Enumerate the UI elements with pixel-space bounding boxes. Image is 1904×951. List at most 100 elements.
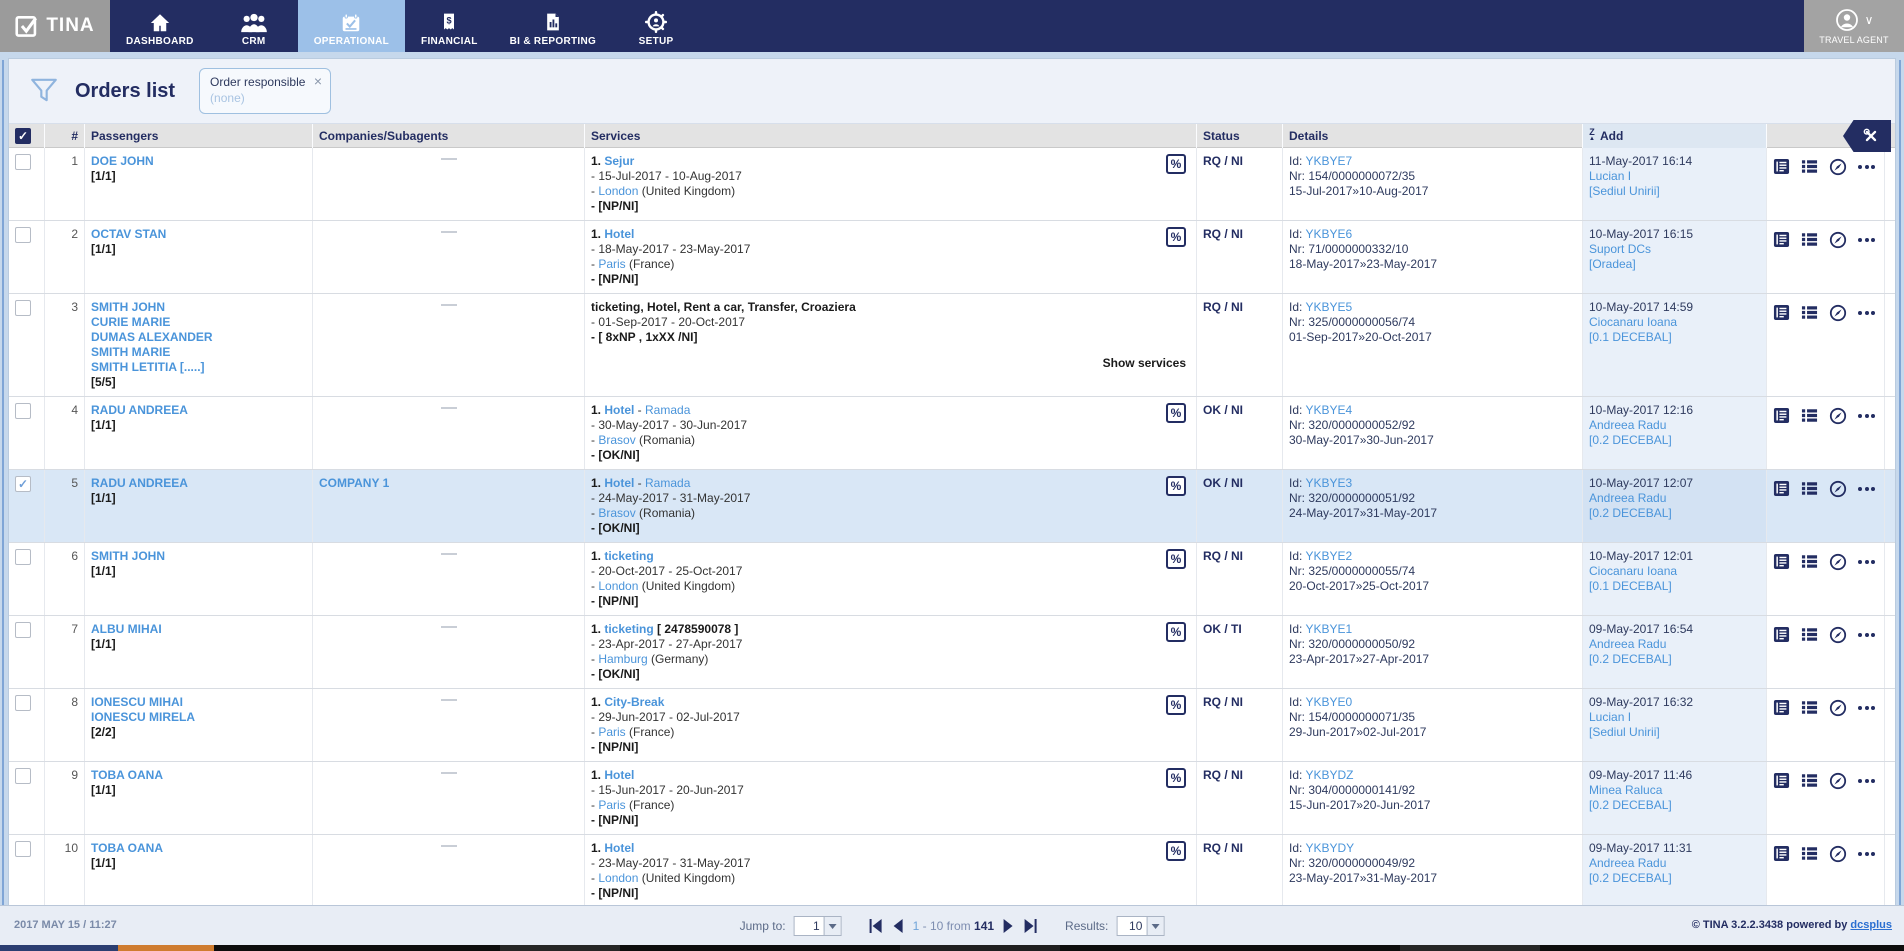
passenger-link[interactable]: SMITH JOHN (91, 300, 306, 315)
row-checkbox[interactable]: ✓ (15, 549, 31, 565)
filter-chip-order-responsible[interactable]: Order responsible (none) × (199, 68, 332, 114)
service-city-link[interactable]: London (598, 184, 638, 198)
select-all-checkbox[interactable]: ✓ (15, 128, 31, 144)
tina-logo[interactable]: TINA (0, 0, 110, 52)
order-navigate-icon[interactable] (1829, 626, 1847, 644)
percent-icon[interactable]: % (1166, 227, 1186, 247)
service-city-link[interactable]: Brasov (598, 433, 635, 447)
service-city-link[interactable]: Paris (598, 798, 625, 812)
close-icon[interactable]: × (314, 73, 322, 89)
header-services[interactable]: Services (585, 124, 1197, 148)
more-actions-icon[interactable] (1858, 304, 1875, 321)
order-navigate-icon[interactable] (1829, 158, 1847, 176)
passenger-link[interactable]: DUMAS ALEXANDER (91, 330, 306, 345)
service-supplier-link[interactable]: Ramada (645, 476, 690, 490)
user-menu[interactable]: ∨ TRAVEL AGENT (1804, 0, 1904, 52)
add-user-link[interactable]: Lucian I (1589, 169, 1760, 184)
percent-icon[interactable]: % (1166, 841, 1186, 861)
add-location-link[interactable]: [0.2 DECEBAL] (1589, 506, 1760, 521)
add-location-link[interactable]: [0.1 DECEBAL] (1589, 579, 1760, 594)
order-services-list-icon[interactable] (1801, 699, 1818, 716)
more-actions-icon[interactable] (1858, 699, 1875, 716)
order-services-list-icon[interactable] (1801, 626, 1818, 643)
prev-page-button[interactable] (892, 919, 905, 933)
order-navigate-icon[interactable] (1829, 845, 1847, 863)
service-name-link[interactable]: ticketing (604, 622, 653, 636)
add-location-link[interactable]: [Sediul Unirii] (1589, 725, 1760, 740)
passenger-link[interactable]: OCTAV STAN (91, 227, 306, 242)
header-companies[interactable]: Companies/Subagents (313, 124, 585, 148)
column-settings-button[interactable] (1843, 120, 1891, 152)
show-services-link[interactable]: Show services (1103, 356, 1186, 370)
order-services-list-icon[interactable] (1801, 480, 1818, 497)
service-name-link[interactable]: City-Break (604, 695, 664, 709)
more-actions-icon[interactable] (1858, 480, 1875, 497)
percent-icon[interactable]: % (1166, 622, 1186, 642)
percent-icon[interactable]: % (1166, 768, 1186, 788)
order-report-icon[interactable] (1773, 626, 1790, 643)
more-actions-icon[interactable] (1858, 158, 1875, 175)
service-city-link[interactable]: Hamburg (598, 652, 647, 666)
order-report-icon[interactable] (1773, 304, 1790, 321)
order-id-link[interactable]: YKBYE7 (1305, 154, 1352, 168)
row-checkbox[interactable]: ✓ (15, 154, 31, 170)
passenger-link[interactable]: ALBU MIHAI (91, 622, 306, 637)
add-user-link[interactable]: Andreea Radu (1589, 418, 1760, 433)
passenger-link[interactable]: RADU ANDREEA (91, 476, 306, 491)
order-id-link[interactable]: YKBYDZ (1305, 768, 1353, 782)
add-user-link[interactable]: Andreea Radu (1589, 491, 1760, 506)
first-page-button[interactable] (868, 919, 884, 933)
header-passengers[interactable]: Passengers (85, 124, 313, 148)
passenger-link[interactable]: SMITH JOHN (91, 549, 306, 564)
more-actions-icon[interactable] (1858, 626, 1875, 643)
order-services-list-icon[interactable] (1801, 231, 1818, 248)
more-actions-icon[interactable] (1858, 407, 1875, 424)
order-services-list-icon[interactable] (1801, 304, 1818, 321)
nav-tab-bi-reporting[interactable]: BI & REPORTING (494, 0, 612, 52)
add-location-link[interactable]: [0.1 DECEBAL] (1589, 330, 1760, 345)
service-supplier-link[interactable]: Ramada (645, 403, 690, 417)
passenger-link[interactable]: TOBA OANA (91, 841, 306, 856)
header-add[interactable]: Z ▲ Add (1583, 124, 1767, 148)
passenger-link[interactable]: SMITH LETITIA [.....] (91, 360, 306, 375)
service-name-link[interactable]: Hotel (604, 403, 634, 417)
row-checkbox[interactable]: ✓ (15, 227, 31, 243)
order-id-link[interactable]: YKBYE0 (1305, 695, 1352, 709)
order-id-link[interactable]: YKBYE3 (1305, 476, 1352, 490)
row-checkbox[interactable]: ✓ (15, 695, 31, 711)
add-user-link[interactable]: Andreea Radu (1589, 637, 1760, 652)
nav-tab-operational[interactable]: OPERATIONAL (297, 0, 406, 52)
add-user-link[interactable]: Lucian I (1589, 710, 1760, 725)
service-name-link[interactable]: Sejur (604, 154, 634, 168)
nav-tab-dashboard[interactable]: DASHBOARD (110, 0, 210, 52)
add-location-link[interactable]: [0.2 DECEBAL] (1589, 798, 1760, 813)
row-checkbox[interactable]: ✓ (15, 476, 31, 492)
order-id-link[interactable]: YKBYDY (1305, 841, 1354, 855)
order-id-link[interactable]: YKBYE2 (1305, 549, 1352, 563)
row-checkbox[interactable]: ✓ (15, 403, 31, 419)
service-name-link[interactable]: Hotel (604, 476, 634, 490)
more-actions-icon[interactable] (1858, 845, 1875, 862)
add-location-link[interactable]: [0.2 DECEBAL] (1589, 433, 1760, 448)
order-navigate-icon[interactable] (1829, 407, 1847, 425)
add-user-link[interactable]: Ciocanaru Ioana (1589, 564, 1760, 579)
row-checkbox[interactable]: ✓ (15, 622, 31, 638)
next-page-button[interactable] (1002, 919, 1015, 933)
header-details[interactable]: Details (1283, 124, 1583, 148)
service-city-link[interactable]: London (598, 579, 638, 593)
order-services-list-icon[interactable] (1801, 158, 1818, 175)
service-city-link[interactable]: Paris (598, 725, 625, 739)
order-navigate-icon[interactable] (1829, 231, 1847, 249)
order-services-list-icon[interactable] (1801, 845, 1818, 862)
add-location-link[interactable]: [0.2 DECEBAL] (1589, 652, 1760, 667)
more-actions-icon[interactable] (1858, 231, 1875, 248)
service-name-link[interactable]: Hotel (604, 841, 634, 855)
percent-icon[interactable]: % (1166, 154, 1186, 174)
service-name-link[interactable]: ticketing (604, 549, 653, 563)
last-page-button[interactable] (1023, 919, 1039, 933)
add-user-link[interactable]: Andreea Radu (1589, 856, 1760, 871)
order-services-list-icon[interactable] (1801, 772, 1818, 789)
order-navigate-icon[interactable] (1829, 699, 1847, 717)
passenger-link[interactable]: TOBA OANA (91, 768, 306, 783)
more-actions-icon[interactable] (1858, 553, 1875, 570)
